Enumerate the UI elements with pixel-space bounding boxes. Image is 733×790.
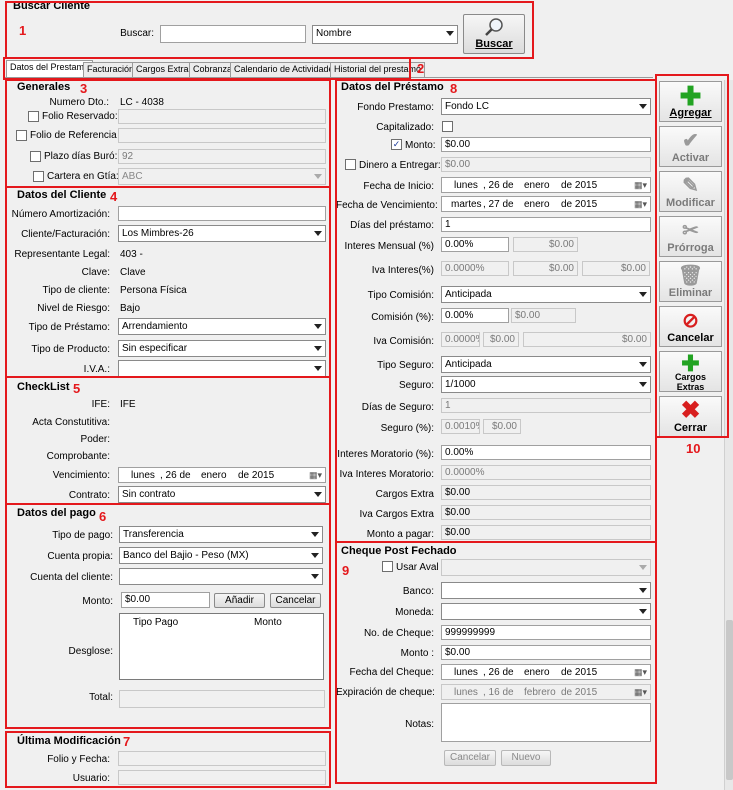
annotation-box-5 — [5, 376, 331, 505]
annotation-number-1: 1 — [19, 23, 27, 38]
annotation-box-9 — [335, 541, 657, 784]
annotation-box-10 — [655, 74, 729, 438]
annotation-box-2 — [3, 57, 411, 80]
annotation-number-8: 8 — [450, 81, 458, 96]
annotation-box-3 — [5, 79, 331, 188]
annotation-box-8 — [335, 79, 657, 543]
annotation-number-7: 7 — [123, 734, 131, 749]
annotation-number-9: 9 — [342, 563, 350, 578]
annotation-number-5: 5 — [73, 381, 81, 396]
annotation-number-2: 2 — [417, 61, 425, 76]
annotation-box-6 — [5, 503, 331, 729]
scrollbar-thumb[interactable] — [726, 620, 733, 780]
annotation-box-4 — [5, 186, 331, 378]
annotation-box-7 — [5, 731, 331, 788]
annotation-number-10: 10 — [686, 441, 701, 456]
annotation-box-1 — [5, 1, 534, 59]
annotation-number-3: 3 — [80, 81, 88, 96]
annotation-number-6: 6 — [99, 509, 107, 524]
annotation-number-4: 4 — [110, 189, 118, 204]
